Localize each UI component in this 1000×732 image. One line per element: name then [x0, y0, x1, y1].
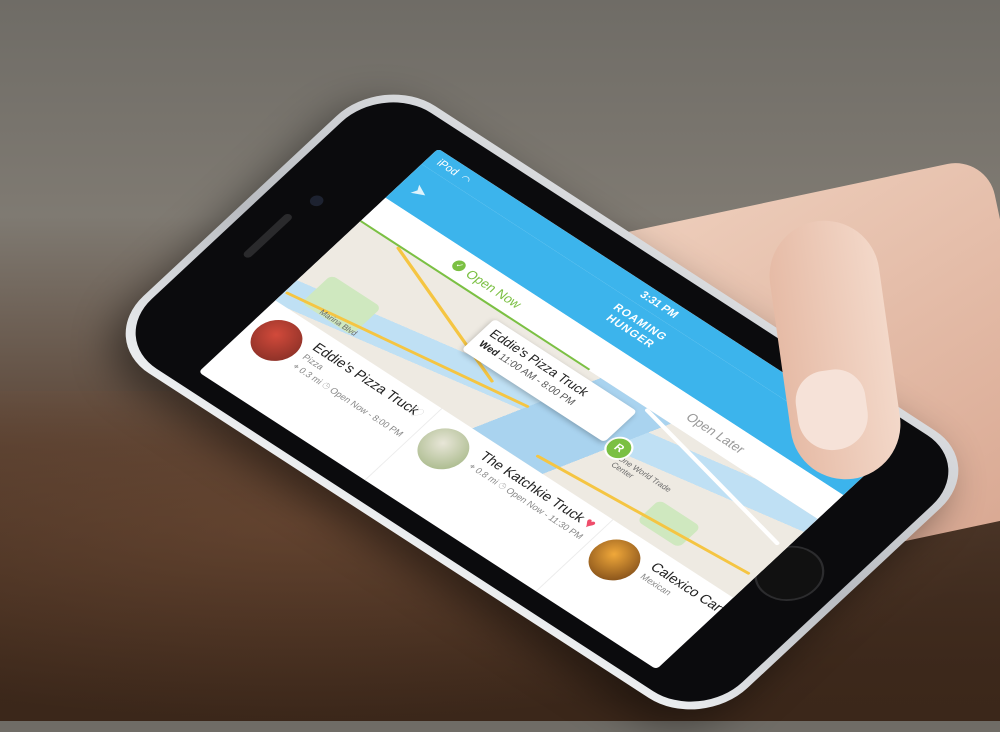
check-icon: ✓: [449, 258, 469, 274]
earpiece-speaker: [241, 212, 294, 260]
location-arrow-icon[interactable]: ➤: [405, 179, 443, 209]
front-camera: [307, 193, 327, 209]
